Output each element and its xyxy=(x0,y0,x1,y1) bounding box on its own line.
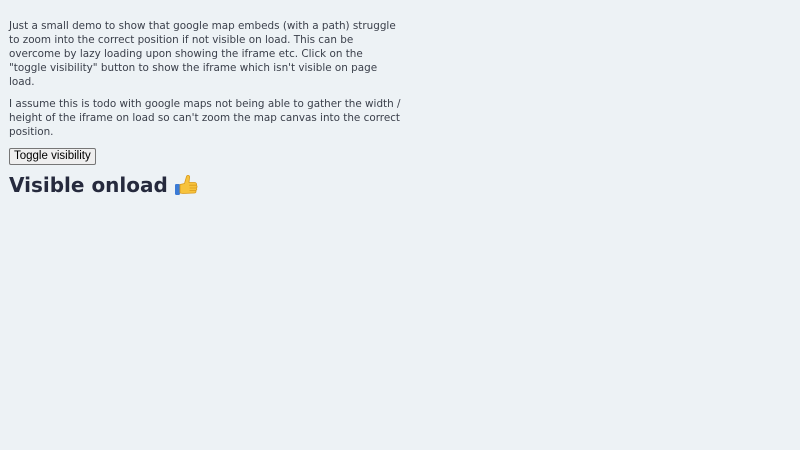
intro-paragraph-2: I assume this is todo with google maps n… xyxy=(9,98,401,138)
thumbs-up-icon xyxy=(173,172,199,198)
section-heading-text: Visible onload xyxy=(9,173,168,197)
section-heading: Visible onload xyxy=(9,172,401,198)
page-content: Just a small demo to show that google ma… xyxy=(9,19,401,198)
intro-paragraph-1: Just a small demo to show that google ma… xyxy=(9,20,396,88)
toggle-visibility-button[interactable]: Toggle visibility xyxy=(9,148,96,165)
